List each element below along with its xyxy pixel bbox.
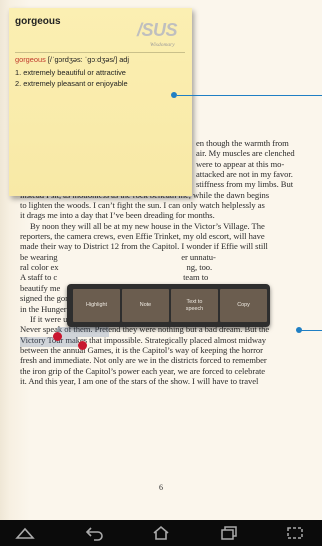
definition-item: 1. extremely beautiful or attractive [15,68,126,77]
text-line: By noon they will all be at my new house… [30,220,265,231]
callout-line [177,95,322,96]
note-button[interactable]: Note [122,289,169,322]
dictionary-popup: gorgeous /SUS Wisdomary gorgeous [/ˈɡɔrd… [9,8,192,196]
selection-highlight [57,327,109,337]
page-number: 6 [159,483,163,492]
text-line: ral color ex ng, too. [20,262,213,273]
callout-line [301,330,322,331]
dictionary-logo: /SUS [137,20,178,40]
selection-start-handle[interactable] [53,332,62,341]
navigation-bar [0,520,322,546]
dictionary-word: gorgeous [15,16,61,27]
highlight-button[interactable]: Highlight [73,289,120,322]
screenshot-icon[interactable] [284,523,306,543]
headword: gorgeous [15,55,46,64]
text-line: it. And this year, I am one of the stars… [20,375,259,386]
copy-button[interactable]: Copy [220,289,267,322]
definition-list: 1. extremely beautiful or attractive 2. … [15,67,128,89]
text-line: fresh and immediate. Not only are we in … [20,355,267,366]
text-line: A staff to c team to [20,272,209,283]
text-line: reporters, the camera crews, even Effie … [20,231,265,242]
dictionary-brand: Wisdomary [150,42,175,48]
text-line: made their way to District 12 from the C… [20,241,268,252]
home-icon[interactable] [150,523,172,543]
text-line: the iron grip of the Capitol’s power eac… [20,365,266,376]
text-line: to lighten the woods. I can’t fight the … [20,200,265,211]
back-icon[interactable] [84,523,106,543]
selection-end-handle[interactable] [78,341,87,350]
text-selection-menu: Highlight Note Text to speech Copy [67,284,270,327]
recent-apps-icon[interactable] [218,523,240,543]
divider [15,52,185,53]
nav-up-icon[interactable] [14,523,36,543]
text-line: be wearing er unnatu- [20,251,216,262]
definition-item: 2. extremely pleasant or enjoyable [15,79,128,88]
selection-highlight [20,337,78,347]
pronunciation: gorgeous [/ˈɡɔrdʒəs: ˈɡɔːdʒəs/] adj [15,55,129,64]
tts-label: Text to speech [185,298,204,312]
text-line: it drags me into a day that I’ve been dr… [20,210,215,221]
text-to-speech-button[interactable]: Text to speech [171,289,218,322]
phonetics: [/ˈɡɔrdʒəs: ˈɡɔːdʒəs/] adj [45,55,130,64]
